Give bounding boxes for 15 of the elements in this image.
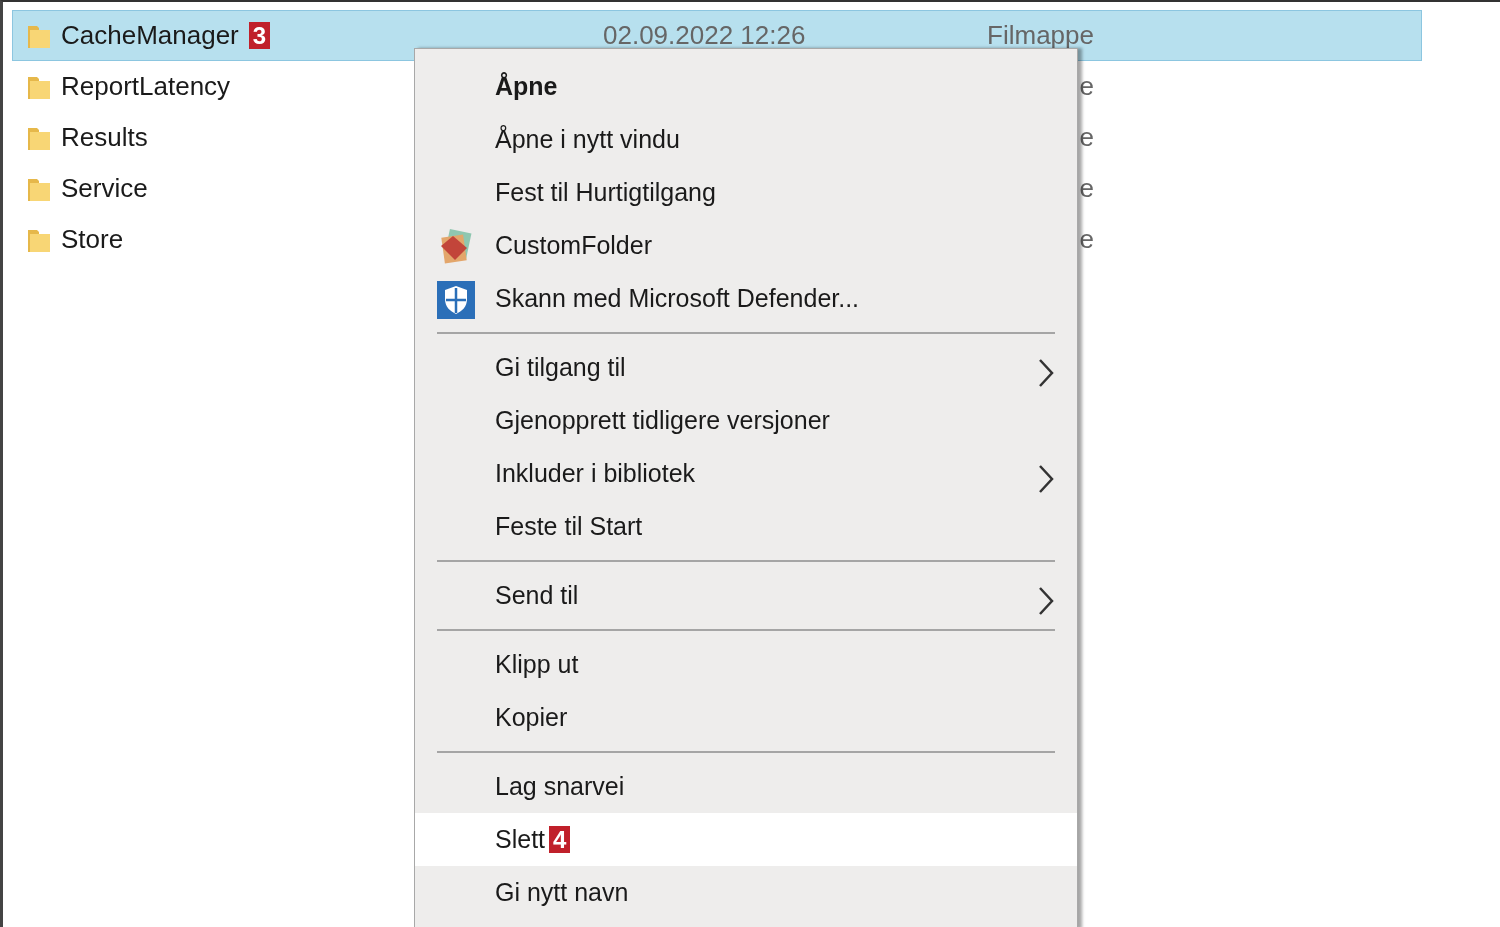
- menu-item-label: Åpne: [495, 70, 558, 102]
- file-type: e: [1079, 224, 1094, 254]
- menu-item-label: Slett: [495, 823, 546, 855]
- file-type: e: [1079, 122, 1094, 152]
- file-name: Service: [61, 172, 148, 205]
- file-type: e: [1079, 71, 1094, 101]
- file-type: e: [1079, 173, 1094, 203]
- file-name: CacheManager: [61, 19, 239, 52]
- file-name: ReportLatency: [61, 70, 231, 103]
- step-badge: 4: [549, 825, 571, 854]
- file-name: Results: [61, 121, 148, 154]
- date-modified: 02.09.2022 12:26: [603, 20, 806, 50]
- file-type: Filmappe: [987, 20, 1094, 50]
- step-badge: 3: [248, 21, 271, 50]
- file-name: Store: [61, 223, 124, 256]
